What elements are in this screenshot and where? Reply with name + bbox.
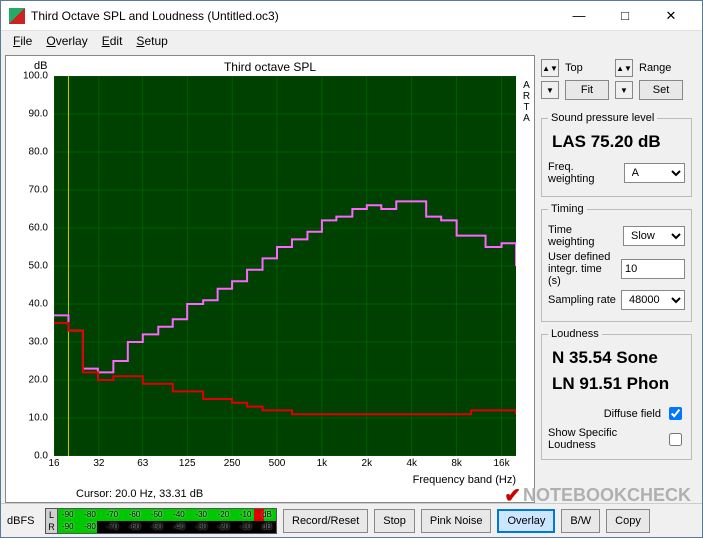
- menu-edit[interactable]: Edit: [96, 32, 129, 50]
- diffuse-field-checkbox[interactable]: [669, 407, 682, 420]
- minimize-button[interactable]: —: [556, 1, 602, 31]
- side-panel: ▲▼ Top ▲▼ Range ▼ Fit ▼ Set Sound pressu…: [537, 51, 702, 503]
- loudness-group: Loudness N 35.54 Sone LN 91.51 Phon Diff…: [541, 328, 692, 460]
- spl-legend: Sound pressure level: [548, 112, 657, 124]
- level-meter: L -90-80-70-60-50-40-30-20-10dB R -90-80…: [45, 508, 277, 534]
- timing-legend: Timing: [548, 203, 587, 215]
- time-weighting-select[interactable]: Slow: [623, 226, 685, 246]
- maximize-button[interactable]: □: [602, 1, 648, 31]
- y-axis-ticks: 0.010.020.030.040.050.060.070.080.090.01…: [16, 76, 50, 456]
- diffuse-field-label: Diffuse field: [604, 408, 661, 420]
- chart-area: dB Third octave SPL ARTA 0.010.020.030.0…: [1, 51, 537, 503]
- app-icon: [9, 8, 25, 24]
- loudness-sone: N 35.54 Sone: [548, 346, 685, 374]
- loudness-phon: LN 91.51 Phon: [548, 374, 685, 400]
- freq-weighting-select[interactable]: A: [624, 163, 685, 183]
- specific-loudness-label: Show Specific Loudness: [548, 427, 661, 451]
- top-label: Top: [565, 62, 609, 74]
- bottom-bar: dBFS L -90-80-70-60-50-40-30-20-10dB R -…: [1, 503, 702, 537]
- window-controls: — □ ✕: [556, 1, 694, 31]
- loudness-legend: Loudness: [548, 328, 602, 340]
- close-button[interactable]: ✕: [648, 1, 694, 31]
- sampling-rate-select[interactable]: 48000: [621, 290, 685, 310]
- overlay-button[interactable]: Overlay: [497, 509, 555, 533]
- spl-group: Sound pressure level LAS 75.20 dB Freq. …: [541, 112, 692, 197]
- specific-loudness-checkbox[interactable]: [669, 433, 682, 446]
- menu-setup[interactable]: Setup: [130, 32, 173, 50]
- copy-button[interactable]: Copy: [606, 509, 650, 533]
- menu-overlay[interactable]: Overlay: [40, 32, 93, 50]
- meter-channel-l: L: [46, 509, 58, 521]
- sampling-rate-label: Sampling rate: [548, 294, 616, 306]
- spl-value: LAS 75.20 dB: [548, 130, 685, 158]
- stop-button[interactable]: Stop: [374, 509, 415, 533]
- titlebar: Third Octave SPL and Loudness (Untitled.…: [1, 1, 702, 31]
- time-weighting-label: Time weighting: [548, 224, 619, 248]
- meter-channel-r: R: [46, 521, 58, 533]
- cursor-readout: Cursor: 20.0 Hz, 33.31 dB: [76, 488, 203, 500]
- plot-region: [54, 76, 516, 456]
- range-label: Range: [639, 62, 683, 74]
- pink-noise-button[interactable]: Pink Noise: [421, 509, 492, 533]
- timing-group: Timing Time weighting Slow User defined …: [541, 203, 692, 322]
- chart-title: Third octave SPL: [6, 60, 534, 74]
- window-title: Third Octave SPL and Loudness (Untitled.…: [31, 9, 556, 23]
- dbfs-label: dBFS: [7, 515, 39, 527]
- set-button[interactable]: Set: [639, 80, 683, 100]
- top-up-spinner[interactable]: ▲▼: [541, 59, 559, 77]
- integr-time-label: User defined integr. time (s): [548, 251, 617, 287]
- integr-time-input[interactable]: [621, 259, 685, 279]
- menubar: File Overlay Edit Setup: [1, 31, 702, 51]
- top-down-spinner[interactable]: ▼: [541, 81, 559, 99]
- x-axis-ticks: 1632631252505001k2k4k8k16k: [54, 458, 516, 472]
- x-axis-label: Frequency band (Hz): [413, 474, 516, 486]
- fit-button[interactable]: Fit: [565, 80, 609, 100]
- chart-box[interactable]: dB Third octave SPL ARTA 0.010.020.030.0…: [5, 55, 535, 503]
- arta-watermark: ARTA: [521, 80, 531, 124]
- bw-button[interactable]: B/W: [561, 509, 600, 533]
- range-up-spinner[interactable]: ▲▼: [615, 59, 633, 77]
- freq-weighting-label: Freq. weighting: [548, 161, 620, 185]
- range-down-spinner[interactable]: ▼: [615, 81, 633, 99]
- menu-file[interactable]: File: [7, 32, 38, 50]
- record-reset-button[interactable]: Record/Reset: [283, 509, 368, 533]
